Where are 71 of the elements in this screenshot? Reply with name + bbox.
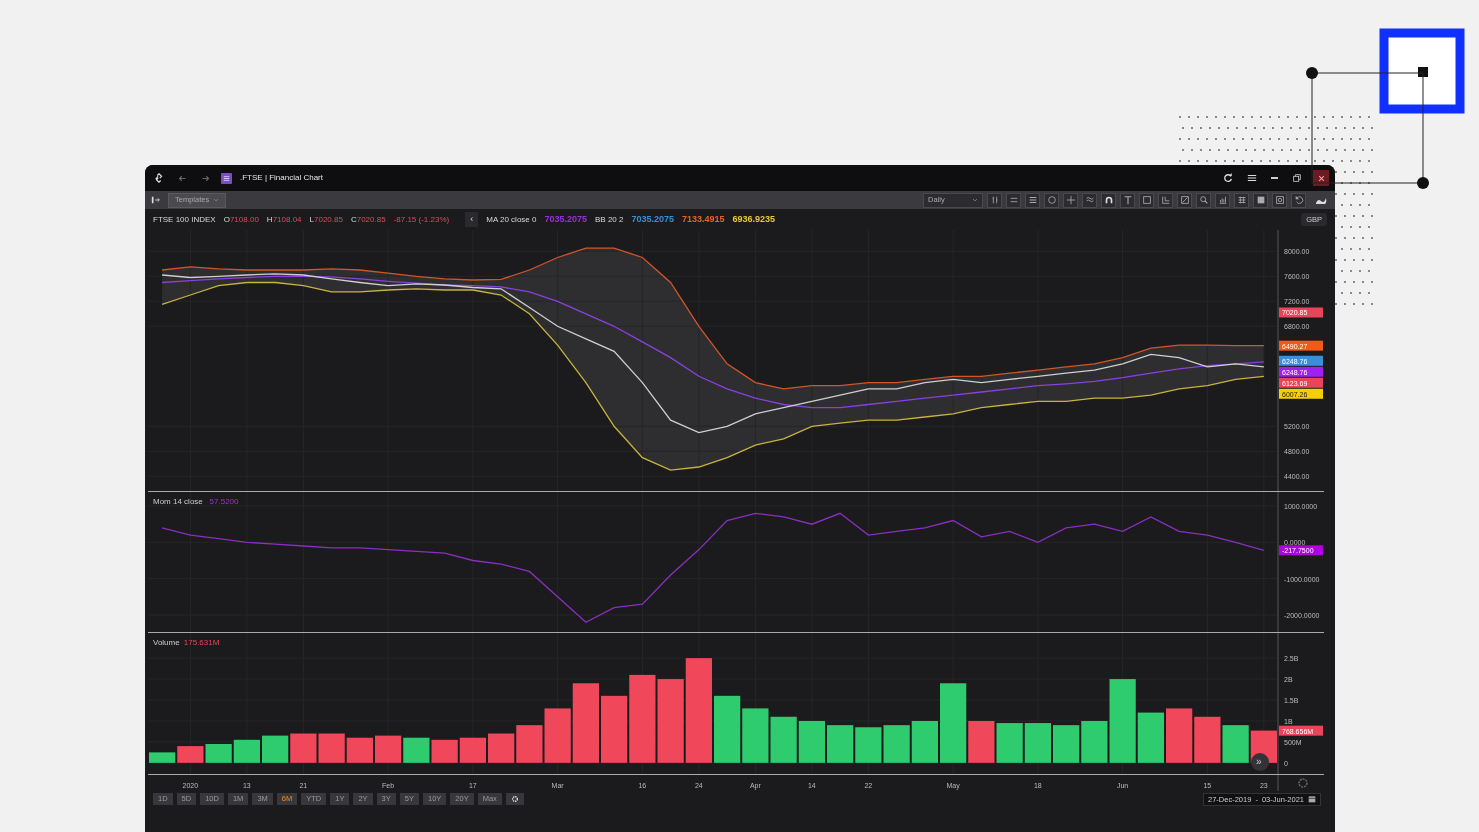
ohlc-value: 7020.85 xyxy=(356,213,386,226)
calendar-icon xyxy=(1308,795,1316,803)
chart-icon xyxy=(1217,195,1228,205)
caret-icon xyxy=(213,197,220,203)
overlay-button[interactable] xyxy=(1044,192,1059,208)
refresh-icon xyxy=(1223,173,1233,183)
panel-value: 57.5200 xyxy=(209,497,239,506)
back-arrow-icon xyxy=(178,173,187,183)
dual-icon xyxy=(1008,195,1019,205)
sidebar-icon xyxy=(151,195,161,205)
settings-button[interactable] xyxy=(505,793,524,805)
magnet-button[interactable] xyxy=(1101,192,1116,208)
magnet-icon xyxy=(1103,195,1114,205)
ohlc-key: H xyxy=(266,213,273,226)
study-name: BB 20 2 xyxy=(595,213,624,226)
undo-button[interactable] xyxy=(1291,192,1306,208)
ohlc-value: 7108.00 xyxy=(229,213,259,226)
ohlc-key: L xyxy=(309,213,314,226)
close-icon xyxy=(1317,174,1325,182)
study-button[interactable] xyxy=(1006,192,1021,208)
panel-button[interactable] xyxy=(1253,192,1268,208)
list-icon xyxy=(1027,195,1038,205)
collapse-button[interactable]: ‹ xyxy=(465,212,479,227)
study-value: 6936.9235 xyxy=(732,212,776,226)
waves-icon xyxy=(1084,195,1095,205)
list-button[interactable] xyxy=(1025,192,1040,208)
menu-icon xyxy=(1247,173,1257,183)
panel-title: Volume xyxy=(153,638,180,647)
instrument-name: FTSE 100 INDEX xyxy=(153,213,216,226)
scroll-right-button[interactable]: » xyxy=(1251,753,1269,771)
data-button[interactable] xyxy=(1272,192,1287,208)
text-button[interactable] xyxy=(1120,192,1135,208)
gear-icon xyxy=(510,795,519,803)
ohlc-value: 7020.85 xyxy=(314,213,343,226)
swap-icon xyxy=(1179,195,1190,205)
grid-button[interactable] xyxy=(1234,192,1249,208)
chart-type-button[interactable] xyxy=(987,192,1002,208)
study-value: 7035.2075 xyxy=(544,212,587,226)
ohlc-key: C xyxy=(350,213,357,226)
ohlc-key: O xyxy=(223,213,230,226)
panel-title: Mom 14 close xyxy=(153,497,203,506)
circle-icon xyxy=(1046,195,1057,205)
restore-icon xyxy=(1292,173,1302,183)
grid-icon xyxy=(1236,195,1247,205)
study-value: 7133.4915 xyxy=(682,212,725,226)
table-icon xyxy=(1274,195,1285,205)
layout-icon xyxy=(1160,195,1171,205)
minimize-icon xyxy=(1271,177,1278,179)
panel-value: 175.631M xyxy=(183,638,220,647)
chart-button[interactable] xyxy=(1215,192,1230,208)
link-icon xyxy=(154,173,164,183)
app-icon xyxy=(221,172,232,184)
fit-button[interactable] xyxy=(1139,192,1154,208)
window-title: .FTSE | Financial Chart xyxy=(240,172,323,184)
caret-icon xyxy=(972,197,978,203)
study-name: MA 20 close 0 xyxy=(486,213,537,226)
undo-icon xyxy=(1293,195,1304,205)
study-value: 7035.2075 xyxy=(631,212,675,226)
compare-button[interactable] xyxy=(1177,192,1192,208)
minimize-button[interactable] xyxy=(1268,177,1281,179)
text-tool-icon xyxy=(1122,195,1133,205)
panel-icon xyxy=(1255,195,1266,205)
zoom-icon xyxy=(1198,195,1209,205)
frame-icon xyxy=(1141,195,1152,205)
settings-icon[interactable] xyxy=(1298,778,1308,788)
zoom-button[interactable] xyxy=(1196,192,1211,208)
ohlc-value: 7108.04 xyxy=(272,213,302,226)
forward-arrow-icon xyxy=(201,173,210,183)
crosshair-icon xyxy=(1065,195,1076,205)
change-value: -87.15 (-1.23%) xyxy=(393,213,450,226)
layout-button[interactable] xyxy=(1158,192,1173,208)
